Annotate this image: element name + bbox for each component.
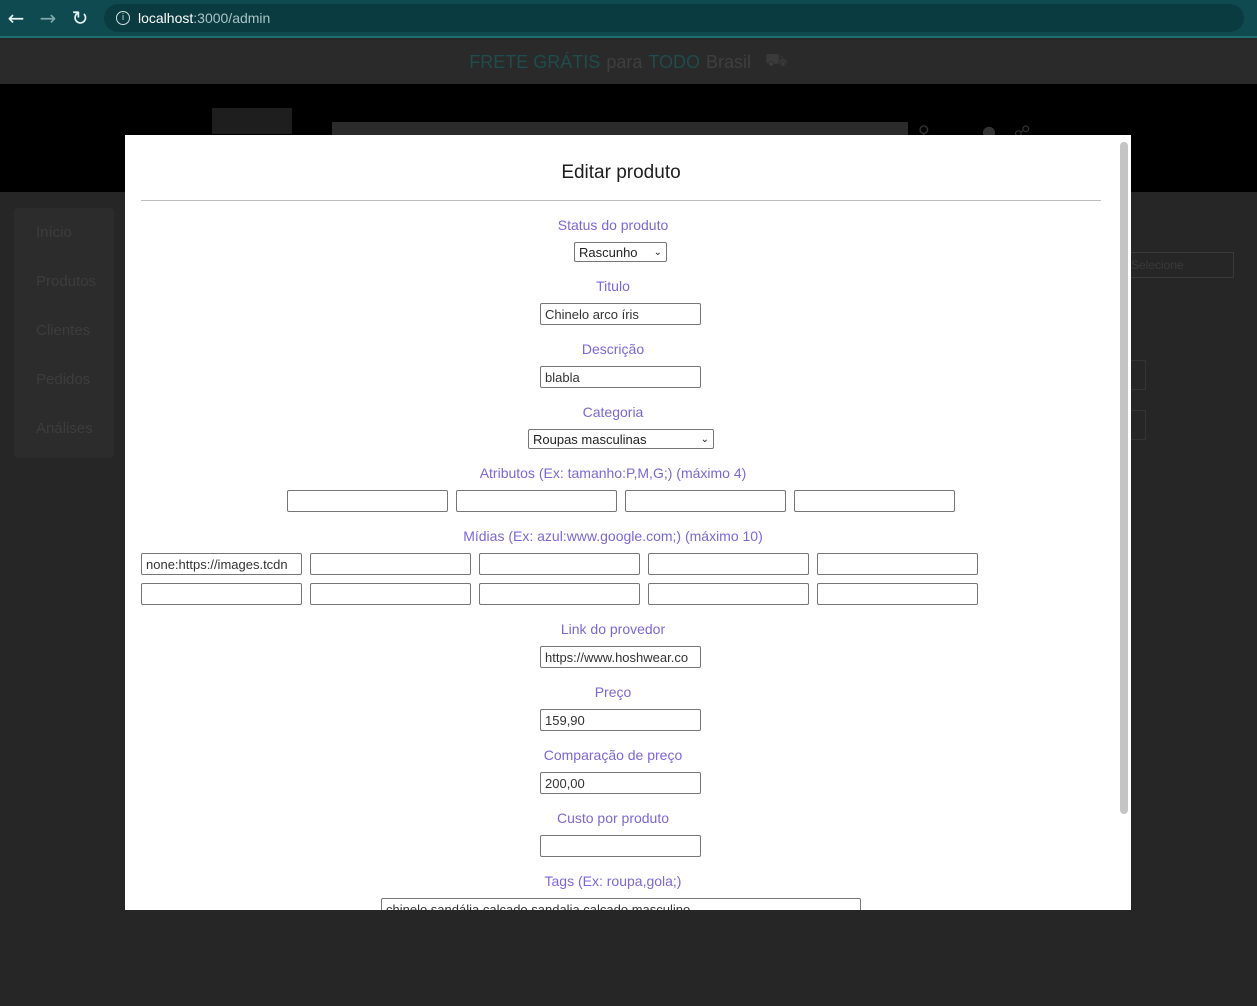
info-icon[interactable]: i: [116, 11, 130, 25]
address-bar[interactable]: i localhost :3000/admin: [104, 4, 1244, 32]
tags-input[interactable]: chinelo,sandália,calcado,sandalia,calçad…: [381, 898, 861, 910]
forward-icon[interactable]: →: [32, 0, 64, 37]
description-label: Descrição: [581, 341, 645, 357]
description-input[interactable]: blabla: [540, 366, 701, 388]
reload-icon[interactable]: ↻: [64, 0, 96, 37]
media-input-1[interactable]: none:https://images.tcdn: [141, 553, 302, 575]
chevron-down-icon: ⌄: [700, 433, 709, 445]
admin-side-menu: Início Produtos Clientes Pedidos Análise…: [14, 208, 114, 458]
side-item-clientes: Clientes: [36, 322, 91, 339]
title-label: Titulo: [596, 278, 630, 294]
title-input[interactable]: Chinelo arco íris: [540, 303, 701, 325]
compare-price-input[interactable]: 200,00: [540, 772, 701, 794]
edit-product-modal: Editar produto Status do produto Rascunh…: [125, 135, 1131, 910]
tags-label: Tags (Ex: roupa,gola;): [544, 873, 682, 889]
price-label: Preço: [594, 684, 632, 700]
side-item-pedidos: Pedidos: [36, 371, 91, 388]
media-label: Mídias (Ex: azul:www.google.com;) (máxim…: [463, 528, 763, 544]
site-logo: [212, 108, 292, 134]
promo-free-shipping: FRETE GRÁTIS: [469, 51, 601, 72]
divider: [141, 200, 1101, 201]
modal-title: Editar produto: [561, 162, 681, 183]
category-label: Categoria: [582, 404, 644, 420]
side-item-produtos: Produtos: [36, 273, 97, 290]
modal-scrollbar-thumb[interactable]: [1120, 142, 1128, 814]
media-input-9[interactable]: [648, 583, 809, 605]
status-select[interactable]: Rascunho ⌄: [574, 242, 667, 262]
chevron-down-icon: ⌄: [653, 246, 662, 258]
attribute-input-3[interactable]: [625, 490, 786, 512]
media-input-8[interactable]: [479, 583, 640, 605]
browser-toolbar: ← → ↻ i localhost :3000/admin: [0, 0, 1257, 38]
promo-brasil: Brasil: [706, 51, 752, 72]
media-input-10[interactable]: [817, 583, 978, 605]
site-search-bar: [332, 122, 908, 136]
status-label: Status do produto: [557, 217, 669, 233]
attributes-label: Atributos (Ex: tamanho:P,M,G;) (máximo 4…: [479, 465, 747, 481]
media-input-3[interactable]: [479, 553, 640, 575]
url-host: localhost: [138, 10, 194, 26]
category-select-value: Roupas masculinas: [533, 431, 647, 447]
status-select-value: Rascunho: [579, 244, 638, 260]
attribute-input-2[interactable]: [456, 490, 617, 512]
media-input-7[interactable]: [310, 583, 471, 605]
promo-para: para: [606, 51, 643, 72]
price-input[interactable]: 159,90: [540, 709, 701, 731]
attribute-input-4[interactable]: [794, 490, 955, 512]
background-select: Selecione: [1124, 252, 1234, 278]
media-input-2[interactable]: [310, 553, 471, 575]
side-item-analises: Análises: [36, 420, 93, 437]
cost-input[interactable]: [540, 835, 701, 857]
compare-price-label: Comparação de preço: [543, 747, 683, 763]
category-select[interactable]: Roupas masculinas ⌄: [528, 429, 714, 449]
truck-icon: ⛟: [765, 50, 788, 71]
side-item-inicio: Início: [36, 224, 72, 241]
url-path: :3000/admin: [193, 10, 271, 26]
media-input-6[interactable]: [141, 583, 302, 605]
media-input-4[interactable]: [648, 553, 809, 575]
provider-link-label: Link do provedor: [560, 621, 666, 637]
back-icon[interactable]: ←: [0, 0, 32, 37]
cost-label: Custo por produto: [556, 810, 670, 826]
media-input-5[interactable]: [817, 553, 978, 575]
attribute-input-1[interactable]: [287, 490, 448, 512]
promo-todo: TODO: [648, 51, 701, 72]
promo-banner: FRETE GRÁTIS para TODO Brasil ⛟: [0, 40, 1257, 84]
provider-link-input[interactable]: https://www.hoshwear.co: [540, 646, 701, 668]
